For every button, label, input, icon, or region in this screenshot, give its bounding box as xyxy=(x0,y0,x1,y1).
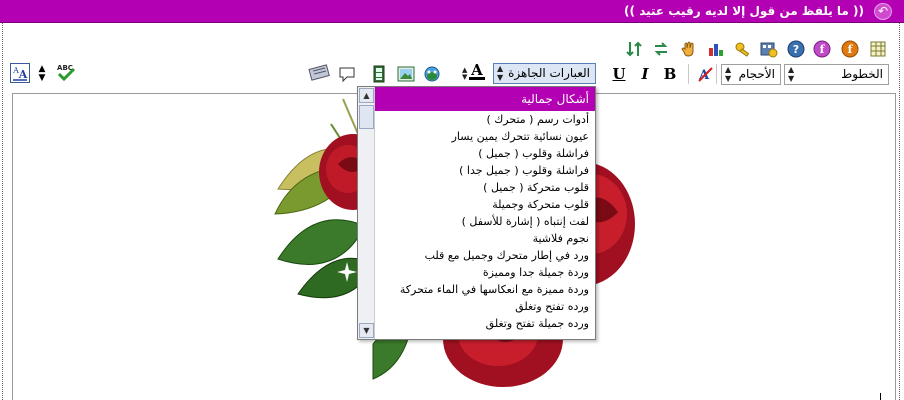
sizes-select[interactable]: الأحجام ▲ ▼ xyxy=(721,64,781,85)
hand-icon[interactable] xyxy=(679,39,699,59)
scroll-thumb[interactable] xyxy=(359,105,374,129)
flash-icon[interactable]: f xyxy=(840,39,860,59)
dropdown-item[interactable]: ورد في إطار متحرك وجميل مع قلب xyxy=(375,247,595,264)
phrases-dropdown[interactable]: ▲ ▼ أشكال جمالية أدوات رسم ( متحرك ) عيو… xyxy=(357,86,596,340)
table-icon[interactable] xyxy=(868,39,888,59)
svg-text:A: A xyxy=(18,68,28,81)
svg-text:▼: ▼ xyxy=(462,73,468,81)
text-cursor xyxy=(880,393,881,400)
dropdown-list: أشكال جمالية أدوات رسم ( متحرك ) عيون نس… xyxy=(375,87,595,339)
dropdown-item[interactable]: ورده تفتح وتغلق xyxy=(375,298,595,315)
insert-video-icon[interactable] xyxy=(369,64,389,84)
remove-format-icon[interactable]: A xyxy=(695,64,715,84)
swap-direction-icon[interactable] xyxy=(651,39,671,59)
flash-alt-icon[interactable]: f xyxy=(812,39,832,59)
comment-icon[interactable] xyxy=(337,64,357,84)
media-icon[interactable] xyxy=(759,39,779,59)
add-emoticon-icon[interactable] xyxy=(422,64,442,84)
italic-icon[interactable]: I xyxy=(635,64,655,84)
select-arrows-icon: ▲ ▼ xyxy=(497,64,504,82)
dropdown-item[interactable]: فراشلة وقلوب ( جميل جدا ) xyxy=(375,162,595,179)
fonts-select[interactable]: الخطوط ▲ ▼ xyxy=(784,64,889,85)
sort-icon[interactable] xyxy=(624,39,644,59)
spellcheck-icon[interactable]: ABC xyxy=(55,62,77,82)
dropdown-selected-item[interactable]: أشكال جمالية xyxy=(375,87,595,111)
dropdown-item[interactable]: وردة مميزة مع انعكاسها في الماء متحركة xyxy=(375,281,595,298)
dropdown-item[interactable]: ورده جميلة تفتح وتغلق xyxy=(375,315,595,332)
bold-icon[interactable]: B xyxy=(660,64,680,84)
dropdown-item[interactable]: وردة جميلة جدا ومميزة xyxy=(375,264,595,281)
underline-icon[interactable]: U xyxy=(609,64,629,84)
sizes-select-label: الأحجام xyxy=(738,67,775,81)
key-icon[interactable] xyxy=(733,39,753,59)
resize-icon[interactable]: ▲ ▼ xyxy=(34,64,50,84)
scroll-up-icon[interactable]: ▲ xyxy=(359,88,374,103)
dropdown-scrollbar[interactable]: ▲ ▼ xyxy=(358,87,375,339)
dropdown-item[interactable]: نجوم فلاشية xyxy=(375,230,595,247)
select-arrows-icon: ▲ ▼ xyxy=(725,65,732,83)
phrases-select[interactable]: العبارات الجاهزة ▲ ▼ xyxy=(493,63,596,84)
fonts-select-label: الخطوط xyxy=(841,67,883,81)
text-size-icon[interactable]: AA xyxy=(10,63,30,83)
collapse-arrow-icon[interactable]: ↶ xyxy=(874,3,892,20)
keyboard-icon[interactable] xyxy=(308,62,330,82)
select-arrows-icon: ▲ ▼ xyxy=(788,65,795,83)
scroll-down-icon[interactable]: ▼ xyxy=(359,323,374,338)
help-icon[interactable]: ? xyxy=(786,39,806,59)
insert-image-icon[interactable] xyxy=(396,64,416,84)
resize-arrows-icon: ▲ ▼ xyxy=(38,64,46,83)
dropdown-item[interactable]: قلوب متحركة وجميلة xyxy=(375,196,595,213)
phrases-select-label: العبارات الجاهزة xyxy=(508,66,590,80)
svg-text:?: ? xyxy=(793,43,799,56)
dropdown-item[interactable]: أدوات رسم ( متحرك ) xyxy=(375,111,595,128)
chart-icon[interactable] xyxy=(706,39,726,59)
font-color-icon[interactable]: ▲ ▼ A xyxy=(459,62,489,82)
title-bar: ↶ (( ما يلفظ من قول إلا لديه رقيب عتيد )… xyxy=(0,0,904,23)
page-title: (( ما يلفظ من قول إلا لديه رقيب عتيد )) xyxy=(624,4,864,18)
dropdown-item[interactable]: لفت إنتباه ( إشارة للأسفل ) xyxy=(375,213,595,230)
dropdown-item[interactable]: عيون نسائية تتحرك يمين يسار xyxy=(375,128,595,145)
toolbar-separator xyxy=(716,64,717,84)
svg-text:A: A xyxy=(470,62,483,79)
dropdown-item[interactable]: فراشلة وقلوب ( جميل ) xyxy=(375,145,595,162)
toolbar-separator xyxy=(688,64,689,84)
dropdown-item[interactable]: قلوب متحركة ( جميل ) xyxy=(375,179,595,196)
